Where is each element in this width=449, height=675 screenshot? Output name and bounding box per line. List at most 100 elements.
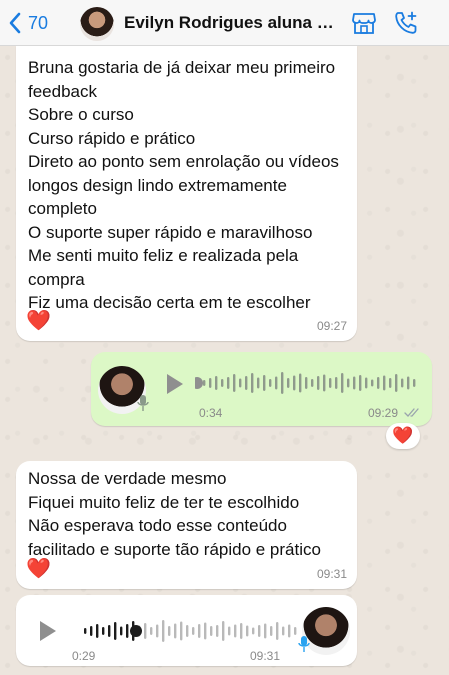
incoming-text-message[interactable]: Bruna gostaria de já deixar meu primeiro… [16,46,357,341]
message-time: 09:27 [316,319,347,333]
waveform-bar [276,622,279,640]
waveform-bar [102,627,105,635]
waveform-bar [281,372,284,394]
waveform-bar [329,378,332,388]
waveform-bar [198,624,201,638]
outgoing-voice-message[interactable]: 0:34 09:29 [91,352,432,426]
incoming-voice-message[interactable]: 0:29 09:31 [16,595,357,666]
waveform-bar [108,625,111,637]
message-time: 09:29 [368,406,399,420]
play-button[interactable] [167,374,183,394]
playback-knob[interactable] [195,377,203,389]
waveform-bar [126,624,129,638]
waveform-bar [96,624,99,638]
back-button[interactable]: 70 [8,8,48,38]
storefront-icon[interactable] [351,10,377,36]
waveform-bar [162,620,165,642]
phone-plus-icon[interactable] [393,10,419,36]
heart-emoji: ❤️ [26,310,51,332]
waveform-bar [257,377,260,389]
waveform-bar [335,377,338,389]
waveform-bar [389,378,392,388]
waveform-bar [275,376,278,390]
waveform-bar [204,622,207,640]
message-time: 09:31 [316,567,347,581]
waveform-bar [407,376,410,390]
contact-name[interactable]: Evilyn Rodrigues aluna c... [124,13,336,33]
waveform[interactable] [195,368,419,398]
waveform-bar [90,626,93,636]
waveform-bar [245,376,248,390]
waveform-bar [305,377,308,389]
waveform-bar [221,379,224,387]
voice-duration: 0:34 [199,406,223,420]
waveform-bar [294,627,297,635]
read-checkmarks-icon [404,408,419,417]
waveform-bar [239,378,242,388]
waveform-bar [263,375,266,391]
chat-header: 70 Evilyn Rodrigues aluna c... [0,0,449,46]
playback-knob[interactable] [130,625,142,637]
waveform-bar [287,378,290,388]
waveform-bar [222,621,225,641]
chevron-left-icon [9,12,21,34]
waveform-bar [210,626,213,636]
message-text: Nossa de verdade mesmo Fiquei muito feli… [28,469,321,559]
waveform-bar [150,627,153,635]
waveform-bar [228,626,231,636]
waveform-bar [216,625,219,637]
waveform-bar [186,625,189,637]
waveform-bar [246,625,249,637]
unread-count: 70 [28,12,49,33]
waveform-bar [347,378,350,388]
waveform-bar [341,373,344,393]
waveform-bar [114,622,117,640]
play-button[interactable] [40,621,56,641]
waveform-bar [120,626,123,636]
waveform-bar [317,376,320,390]
message-text: Bruna gostaria de já deixar meu primeiro… [28,58,339,312]
waveform-bar [251,373,254,393]
waveform-bar [252,627,255,635]
waveform-bar [234,624,237,638]
waveform-bar [215,376,218,390]
waveform-bar [269,379,272,387]
waveform-bar [227,377,230,389]
waveform-bar [371,379,374,387]
waveform-bar [282,626,285,636]
waveform-bar [299,373,302,393]
waveform-bar [144,623,147,639]
waveform-bar [359,375,362,391]
waveform-bar [395,374,398,392]
waveform-bar [240,623,243,639]
waveform-bar [401,378,404,388]
waveform-bar [323,374,326,392]
waveform-bar [377,377,380,389]
waveform-bar [270,626,273,636]
waveform-bar [365,377,368,389]
waveform-bar [156,624,159,638]
waveform-bar [203,380,206,386]
waveform-bar [258,625,261,637]
contact-avatar[interactable] [80,7,114,41]
waveform-bar [383,375,386,391]
incoming-text-message[interactable]: Nossa de verdade mesmo Fiquei muito feli… [16,461,357,589]
waveform-bar [288,624,291,638]
heart-reaction[interactable]: ❤️ [386,423,420,449]
waveform-bar [353,376,356,390]
waveform-bar [180,621,183,641]
waveform-bar [84,628,87,634]
waveform-bar [209,378,212,388]
waveform-bar [413,379,416,387]
waveform-bar [311,379,314,387]
heart-emoji: ❤️ [26,558,51,580]
microphone-icon [298,636,310,652]
waveform-bar [264,623,267,639]
message-time: 09:31 [250,649,281,663]
waveform-bar [293,375,296,391]
waveform[interactable] [76,616,300,646]
waveform-bar [233,374,236,392]
microphone-icon [137,395,149,411]
waveform-bar [174,623,177,639]
waveform-bar [192,627,195,635]
